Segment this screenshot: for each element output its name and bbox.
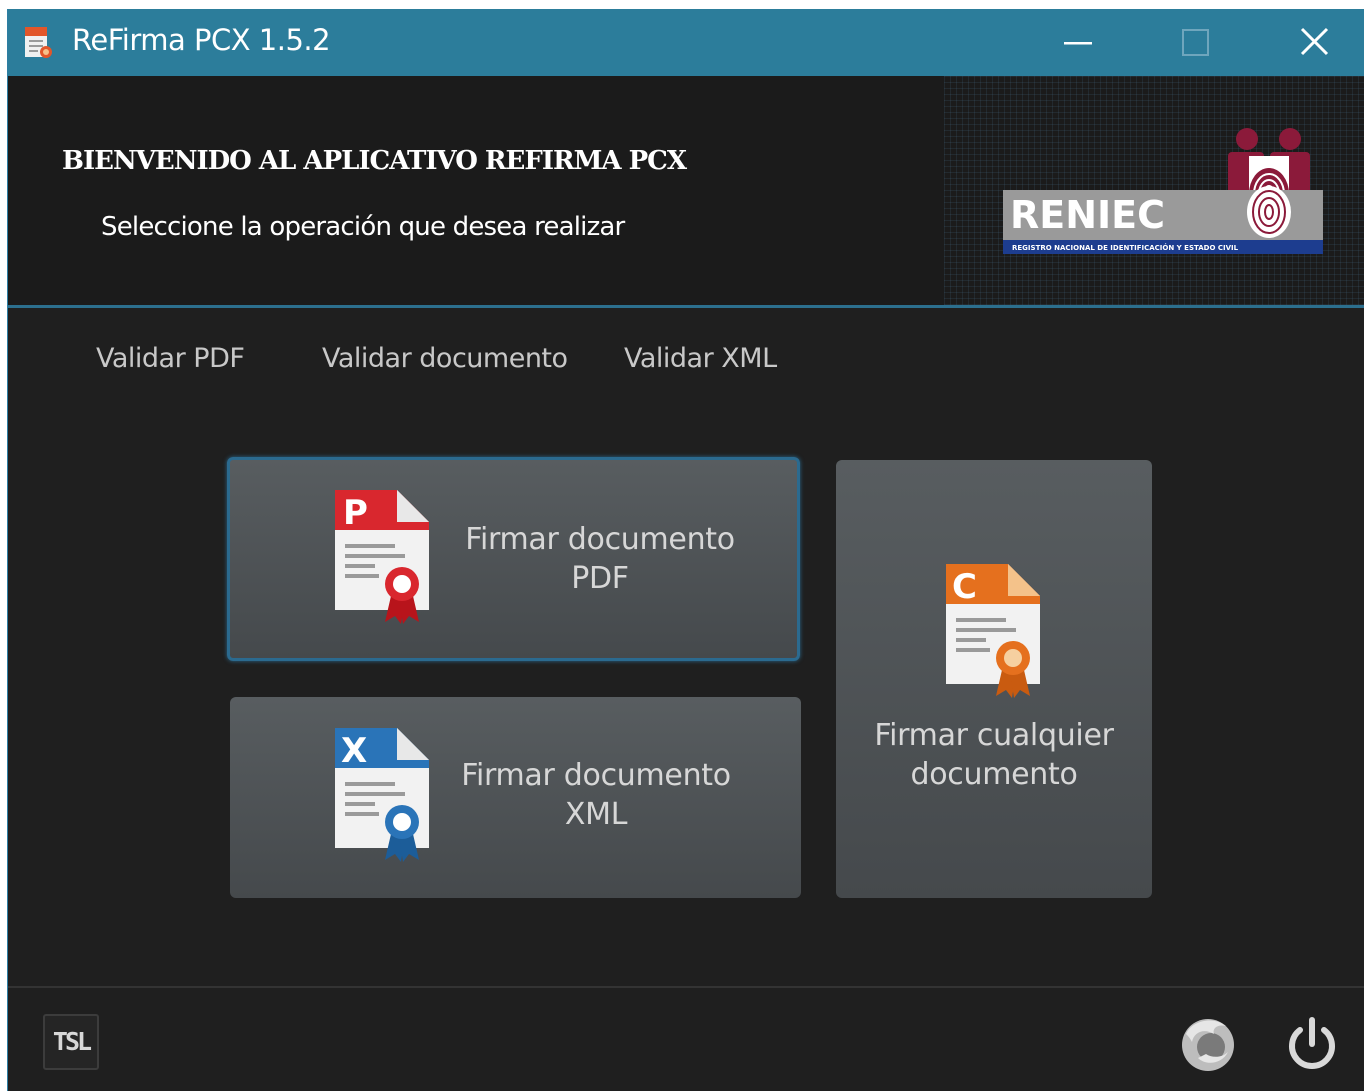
maximize-icon [1182,29,1209,56]
sign-pdf-button[interactable]: P Firmar documento PDF [227,457,800,661]
maximize-button[interactable] [1156,9,1236,76]
sign-xml-label: Firmar documento XML [461,758,731,832]
validate-document-link[interactable]: Validar documento [322,343,568,374]
power-icon[interactable] [1282,1014,1342,1074]
close-icon [1300,27,1329,56]
reniec-logo: RENIEC REGISTRO NACIONAL DE IDENTIFICACI… [1003,128,1323,254]
operation-prompt: Seleccione la operación que desea realiz… [101,212,625,242]
footer-divider [8,986,1364,988]
minimize-button[interactable] [1038,9,1118,76]
reniec-tagline: REGISTRO NACIONAL DE IDENTIFICACIÓN Y ES… [1012,243,1239,252]
svg-text:C: C [952,567,977,607]
welcome-heading: BIENVENIDO AL APLICATIVO REFIRMA PCX [62,146,687,176]
refirma-app-icon [25,27,52,58]
document-certificate-icon: C [946,564,1040,698]
validate-pdf-link[interactable]: Validar PDF [96,343,245,374]
app-window: ReFirma PCX 1.5.2 BIENVENIDO AL APLICATI… [7,9,1364,1091]
window-title: ReFirma PCX 1.5.2 [72,23,331,57]
xml-certificate-icon: X [335,728,429,862]
sign-pdf-label: Firmar documento PDF [465,522,735,596]
sign-any-document-label: Firmar cualquier documento [874,718,1114,792]
title-bar[interactable]: ReFirma PCX 1.5.2 [8,9,1364,76]
sign-xml-button[interactable]: X Firmar documento XML [230,697,801,898]
pdf-certificate-icon: P [335,490,429,624]
validate-xml-link[interactable]: Validar XML [624,343,777,374]
sign-any-document-button[interactable]: C Firmar cualquier documento [836,460,1152,898]
svg-text:P: P [343,493,368,533]
close-button[interactable] [1274,9,1354,76]
tsl-button[interactable]: TSL [43,1014,99,1070]
svg-text:X: X [341,731,367,771]
minimize-icon [1064,42,1092,45]
reniec-wordmark: RENIEC [1010,193,1165,237]
firefox-icon[interactable] [1178,1014,1238,1074]
welcome-header: BIENVENIDO AL APLICATIVO REFIRMA PCX Sel… [8,76,1364,308]
